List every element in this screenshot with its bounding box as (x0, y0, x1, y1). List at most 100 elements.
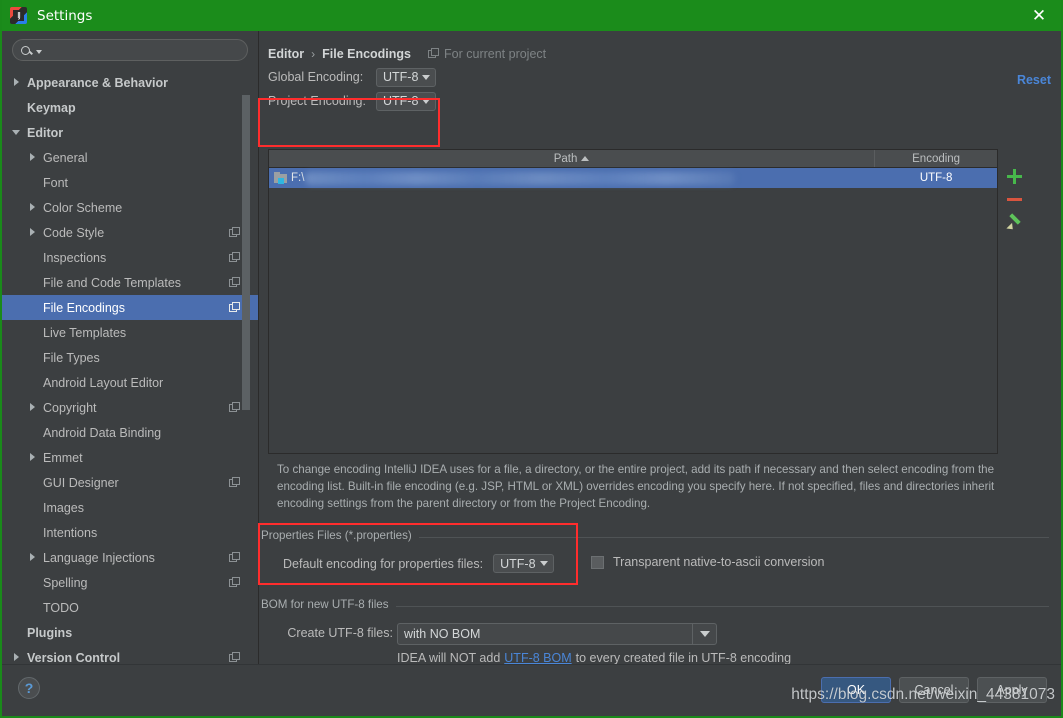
chevron-right-icon[interactable] (12, 77, 23, 88)
help-button[interactable]: ? (18, 677, 40, 699)
table-row[interactable]: F:\ UTF-8 (269, 168, 998, 188)
create-utf8-dropdown[interactable]: with NO BOM (397, 623, 717, 645)
chevron-down-icon[interactable] (12, 127, 23, 138)
search-container (2, 31, 258, 67)
cancel-button[interactable]: Cancel (899, 677, 969, 703)
sidebar-item-todo[interactable]: TODO (2, 595, 258, 620)
table-cell-encoding[interactable]: UTF-8 (875, 168, 997, 188)
utf8-bom-link[interactable]: UTF-8 BOM (504, 651, 571, 665)
settings-sidebar: Appearance & Behavior Keymap Editor General… (2, 31, 259, 665)
sidebar-item-keymap[interactable]: Keymap (2, 95, 258, 120)
sidebar-item-label: Spelling (43, 575, 88, 590)
search-icon (21, 45, 30, 55)
chevron-right-icon[interactable] (12, 652, 23, 663)
table-cell-path: F:\ (291, 172, 305, 184)
dialog-footer: ? OK Cancel Apply https://blog.csdn.net/we… (2, 664, 1061, 716)
sidebar-item-android-layout-editor[interactable]: Android Layout Editor (2, 370, 258, 395)
sidebar-item-file-types[interactable]: File Types (2, 345, 258, 370)
sidebar-item-gui-designer[interactable]: GUI Designer (2, 470, 258, 495)
pencil-icon[interactable] (1007, 215, 1022, 230)
bom-note-suffix: to every created file in UTF-8 encoding (575, 651, 792, 665)
redacted-path-region (305, 171, 736, 185)
transparent-conversion-checkbox[interactable] (591, 555, 604, 569)
sort-ascending-icon (581, 156, 590, 161)
sidebar-item-label: TODO (43, 600, 79, 615)
sidebar-item-label: Plugins (27, 625, 73, 640)
chevron-right-icon[interactable] (28, 452, 39, 463)
sidebar-item-label: Color Scheme (43, 200, 123, 215)
close-icon[interactable]: ✕ (1017, 0, 1061, 31)
sidebar-item-label: Android Layout Editor (43, 375, 164, 390)
sidebar-item-copyright[interactable]: Copyright (2, 395, 258, 420)
breadcrumb-separator: › (311, 46, 316, 61)
apply-button[interactable]: Apply (977, 677, 1047, 703)
global-encoding-dropdown[interactable]: UTF-8 (376, 67, 437, 87)
encoding-description: To change encoding IntelliJ IDEA uses fo… (277, 463, 995, 510)
sidebar-item-label: Editor (27, 125, 64, 140)
ok-button[interactable]: OK (821, 677, 891, 703)
sidebar-item-label: Intentions (43, 525, 98, 540)
transparent-conversion-label: Transparent native-to-ascii conversion (613, 555, 825, 569)
global-encoding-row: Global Encoding: UTF-8 (268, 65, 1061, 89)
chevron-right-icon[interactable] (28, 227, 39, 238)
chevron-down-icon (422, 74, 431, 80)
sidebar-item-label: Live Templates (43, 325, 127, 340)
chevron-right-icon[interactable] (28, 552, 39, 563)
sidebar-item-label: Keymap (27, 100, 76, 115)
sidebar-item-language-injections[interactable]: Language Injections (2, 545, 258, 570)
dialog-body: Appearance & Behavior Keymap Editor General… (2, 31, 1061, 665)
sidebar-item-color-scheme[interactable]: Color Scheme (2, 195, 258, 220)
sidebar-item-inspections[interactable]: Inspections (2, 245, 258, 270)
create-utf8-row: Create UTF-8 files: with NO BOM (287, 623, 717, 645)
project-scope-icon (229, 302, 240, 313)
sidebar-item-code-style[interactable]: Code Style (2, 220, 258, 245)
chevron-right-icon[interactable] (28, 152, 39, 163)
plus-icon[interactable] (1007, 169, 1023, 184)
sidebar-item-file-encodings[interactable]: File Encodings (2, 295, 258, 320)
sidebar-item-label: Copyright (43, 400, 97, 415)
bom-note: IDEA will NOT add UTF-8 BOM to every cre… (397, 651, 791, 665)
sidebar-item-label: Images (43, 500, 84, 515)
chevron-right-icon[interactable] (28, 402, 39, 413)
sidebar-item-appearance-behavior[interactable]: Appearance & Behavior (2, 70, 258, 95)
breadcrumb-parent[interactable]: Editor (268, 47, 304, 61)
sidebar-item-live-templates[interactable]: Live Templates (2, 320, 258, 345)
sidebar-scrollbar[interactable] (242, 83, 250, 649)
sidebar-item-intentions[interactable]: Intentions (2, 520, 258, 545)
reset-link[interactable]: Reset (1017, 73, 1051, 87)
sidebar-scrollbar-thumb[interactable] (242, 95, 250, 410)
encodings-table-area: Path Encoding F:\ UTF-8 (268, 149, 1028, 454)
column-header-encoding-label: Encoding (912, 152, 961, 165)
chevron-right-icon[interactable] (28, 202, 39, 213)
sidebar-item-general[interactable]: General (2, 145, 258, 170)
breadcrumb-current: File Encodings (322, 46, 412, 61)
transparent-conversion-row[interactable]: Transparent native-to-ascii conversion (591, 555, 824, 569)
sidebar-item-file-and-code-templates[interactable]: File and Code Templates (2, 270, 258, 295)
sidebar-item-plugins[interactable]: Plugins (2, 620, 258, 645)
column-header-encoding[interactable]: Encoding (875, 150, 997, 167)
sidebar-item-version-control[interactable]: Version Control (2, 645, 258, 665)
sidebar-item-android-data-binding[interactable]: Android Data Binding (2, 420, 258, 445)
sidebar-item-font[interactable]: Font (2, 170, 258, 195)
chevron-down-icon[interactable] (692, 624, 716, 644)
sidebar-item-images[interactable]: Images (2, 495, 258, 520)
minus-icon[interactable] (1007, 198, 1023, 201)
project-scope-icon (229, 477, 240, 488)
sidebar-item-spelling[interactable]: Spelling (2, 570, 258, 595)
column-header-path[interactable]: Path (269, 150, 876, 167)
table-toolbar (1001, 149, 1028, 454)
scope-note-label: For current project (444, 46, 547, 61)
sidebar-item-emmet[interactable]: Emmet (2, 445, 258, 470)
sidebar-item-editor[interactable]: Editor (2, 120, 258, 145)
intellij-idea-logo-icon (10, 7, 27, 24)
chevron-down-icon[interactable] (36, 50, 42, 54)
search-input[interactable] (44, 42, 247, 58)
search-field[interactable] (12, 39, 248, 61)
